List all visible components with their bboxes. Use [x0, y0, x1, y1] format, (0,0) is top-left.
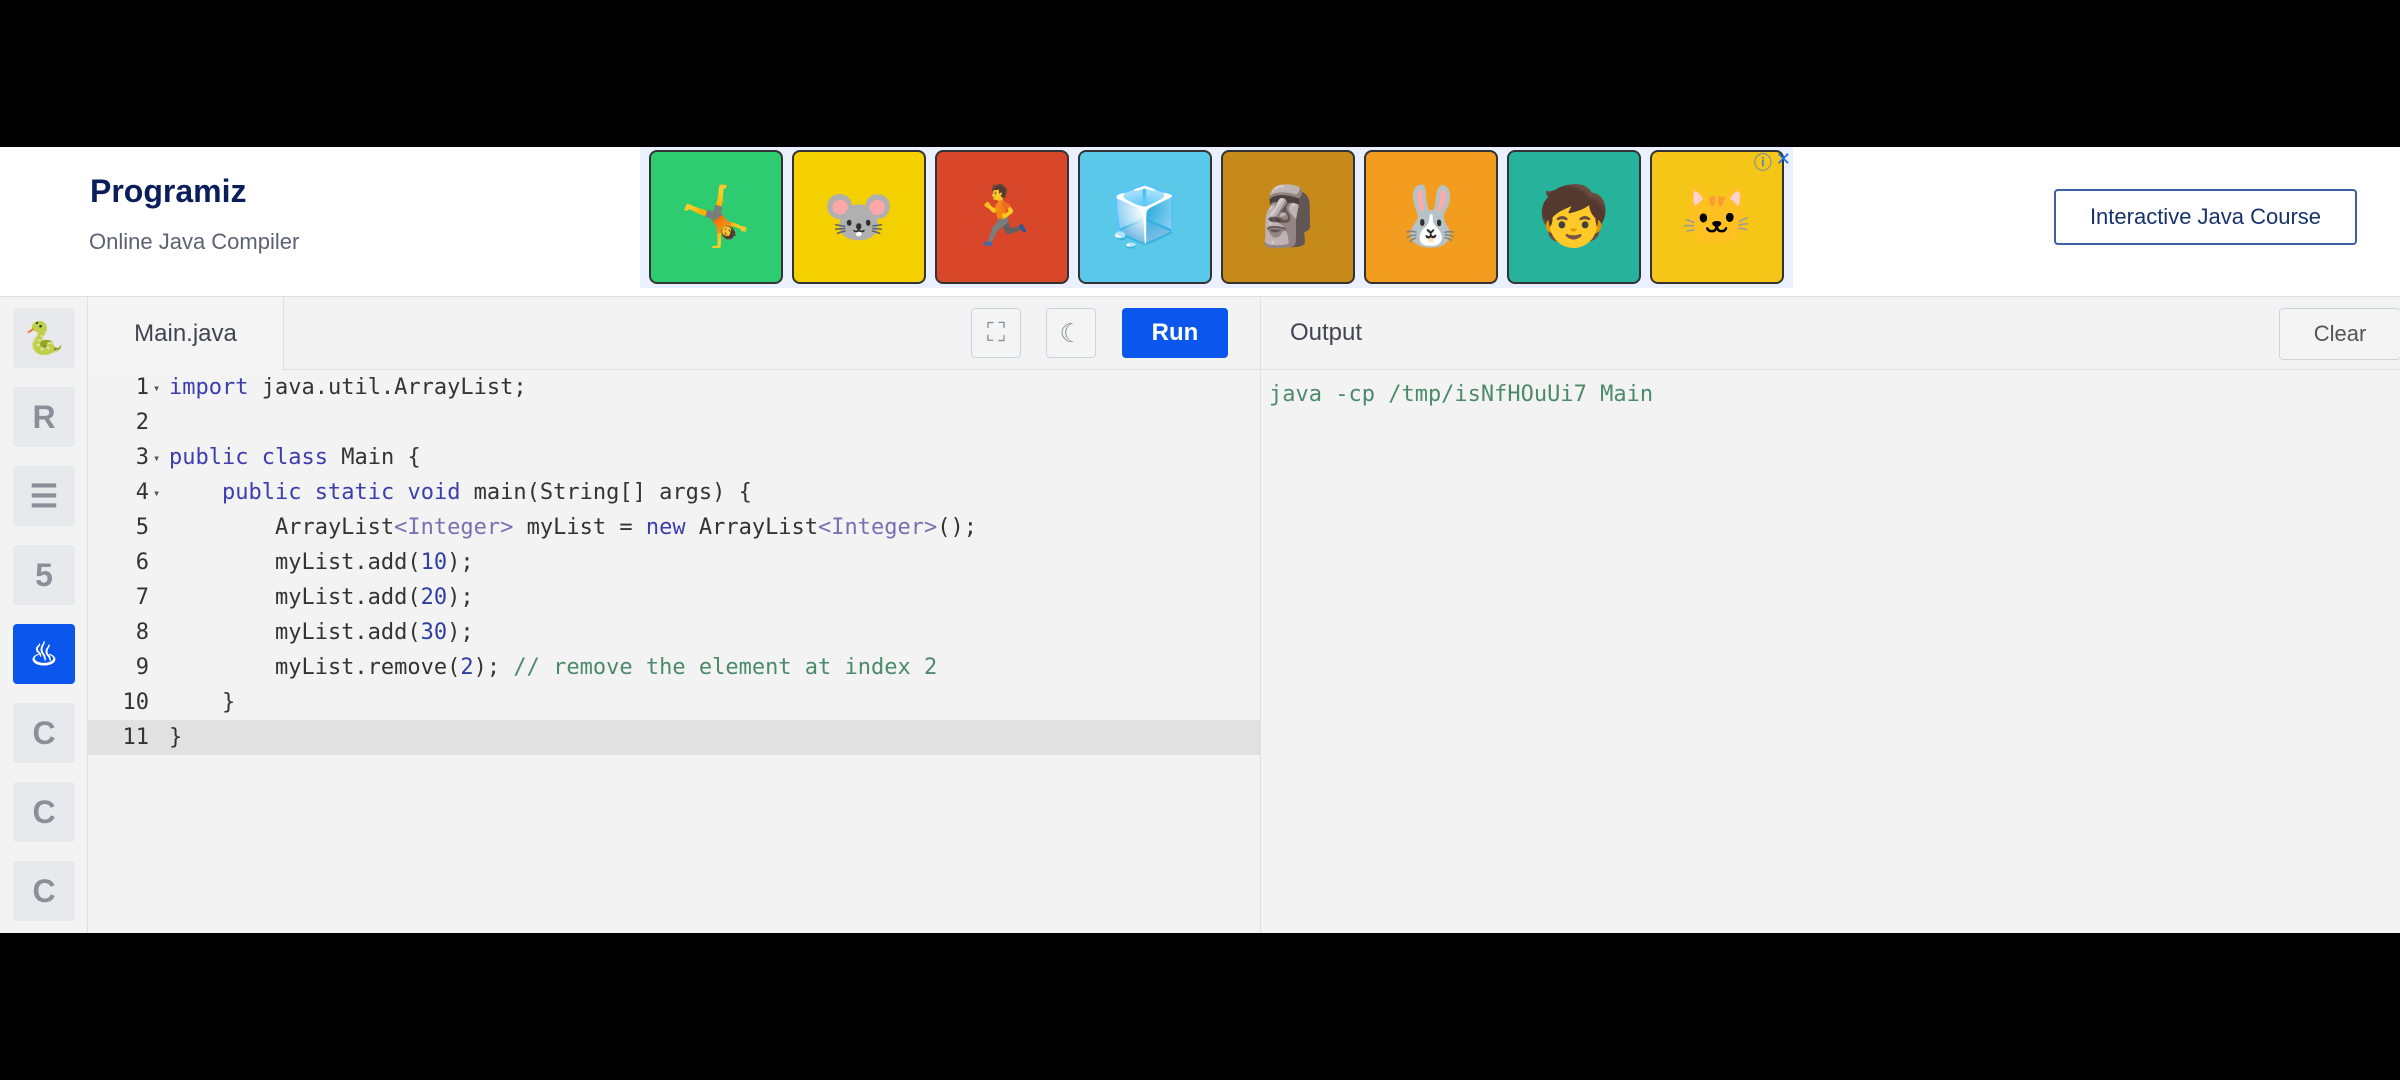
csharp-icon: C	[32, 793, 56, 830]
code-line[interactable]: 10 }	[88, 685, 1260, 720]
ad-tile[interactable]: 🐰	[1364, 150, 1498, 284]
output-title: Output	[1290, 319, 1363, 346]
clear-button[interactable]: Clear	[2279, 308, 2400, 360]
code-text: myList.add(20);	[169, 585, 474, 610]
ad-tile[interactable]: 🐭	[792, 150, 926, 284]
code-line[interactable]: 7 myList.add(20);	[88, 580, 1260, 615]
fullscreen-icon: ⛶	[986, 317, 1006, 347]
code-line[interactable]: 11}	[88, 720, 1260, 755]
ad-tile[interactable]: 🗿	[1221, 150, 1355, 284]
sql-icon: ☰	[29, 478, 59, 514]
line-number: 2	[135, 410, 149, 435]
ad-tile[interactable]: 🏃	[935, 150, 1069, 284]
editor-toolbar: Main.java ⛶ ☾ Run	[88, 297, 1260, 370]
line-number: 3	[135, 445, 149, 470]
python-icon: 🐍	[24, 320, 64, 356]
ad-tile[interactable]: 🧊	[1078, 150, 1212, 284]
language-r-button[interactable]: R	[13, 387, 75, 447]
moon-icon: ☾	[1059, 317, 1083, 348]
line-number: 9	[135, 655, 149, 680]
code-line[interactable]: 1 ▾ import java.util.ArrayList;	[88, 370, 1260, 405]
c-icon: C	[32, 714, 56, 751]
line-number: 6	[135, 550, 149, 575]
fold-arrow-icon[interactable]: ▾	[149, 486, 169, 500]
r-icon: R	[32, 398, 56, 435]
html-icon: 5	[35, 556, 53, 593]
code-line[interactable]: 6 myList.add(10);	[88, 545, 1260, 580]
ad-tile[interactable]: 🧒	[1507, 150, 1641, 284]
language-c-button[interactable]: C	[13, 703, 75, 763]
language-sidebar: 🐍 R ☰ 5 ♨ C C C	[0, 297, 88, 933]
line-number: 7	[135, 585, 149, 610]
code-line[interactable]: 9 myList.remove(2); // remove the elemen…	[88, 650, 1260, 685]
line-number: 10	[122, 690, 150, 715]
language-java-button[interactable]: ♨	[13, 624, 75, 684]
fold-arrow-icon[interactable]: ▾	[149, 451, 169, 465]
code-text: myList.remove(2); // remove the element …	[169, 655, 938, 680]
theme-toggle-button[interactable]: ☾	[1046, 308, 1096, 358]
language-sql-button[interactable]: ☰	[13, 466, 75, 526]
fold-arrow-icon[interactable]: ▾	[149, 381, 169, 395]
compiler-app: Programiz Online Java Compiler 🤸 🐭 🏃 🧊 🗿 🐰 🧒 🐱 …	[0, 147, 2400, 933]
line-number: 4	[135, 480, 149, 505]
java-icon: ♨	[29, 636, 59, 672]
code-text: ArrayList<Integer> myList = new ArrayLis…	[169, 515, 978, 540]
ad-controls[interactable]: ⓘ ✕	[1754, 149, 1791, 175]
code-text: myList.add(30);	[169, 620, 474, 645]
language-csharp-button[interactable]: C	[13, 782, 75, 842]
ad-tile[interactable]: 🤸	[649, 150, 783, 284]
ad-banner[interactable]: 🤸 🐭 🏃 🧊 🗿 🐰 🧒 🐱 ⓘ ✕	[640, 147, 1793, 288]
code-line[interactable]: 2	[88, 405, 1260, 440]
language-python-button[interactable]: 🐍	[13, 308, 75, 368]
code-text: }	[169, 725, 183, 750]
code-text: public static void main(String[] args) {	[221, 480, 752, 505]
language-html-button[interactable]: 5	[13, 545, 75, 605]
line-number: 8	[135, 620, 149, 645]
logo-text: Programiz	[90, 173, 247, 209]
code-area[interactable]: 1 ▾ import java.util.ArrayList; 2 3 ▾ public c…	[88, 370, 1260, 933]
interactive-java-course-button[interactable]: Interactive Java Course	[2054, 189, 2357, 245]
code-text: }	[169, 690, 236, 715]
line-number: 1	[135, 375, 149, 400]
output-panel: Output Clear java -cp /tmp/isNfHOuUi7 Ma…	[1260, 297, 2400, 933]
run-button[interactable]: Run	[1122, 308, 1228, 358]
programiz-logo[interactable]: Programiz	[90, 173, 246, 210]
code-line[interactable]: 8 myList.add(30);	[88, 615, 1260, 650]
file-tab-main-java[interactable]: Main.java	[88, 297, 284, 370]
cpp-icon: C	[32, 872, 56, 909]
output-console-text: java -cp /tmp/isNfHOuUi7 Main	[1269, 382, 1654, 407]
fullscreen-button[interactable]: ⛶	[971, 308, 1021, 358]
output-toolbar: Output Clear	[1261, 297, 2400, 370]
code-text: public class Main {	[169, 445, 421, 470]
code-line[interactable]: 5 ArrayList<Integer> myList = new ArrayL…	[88, 510, 1260, 545]
code-line[interactable]: 3 ▾ public class Main {	[88, 440, 1260, 475]
header: Programiz Online Java Compiler 🤸 🐭 🏃 🧊 🗿 🐰 🧒 🐱 …	[0, 147, 2400, 297]
line-number: 5	[135, 515, 149, 540]
close-icon[interactable]: ✕	[1776, 149, 1791, 175]
language-cpp-button[interactable]: C	[13, 861, 75, 921]
code-line[interactable]: 4 ▾ public static void main(String[] args…	[88, 475, 1260, 510]
ad-info-icon[interactable]: ⓘ	[1754, 149, 1772, 175]
line-number: 11	[122, 725, 150, 750]
code-text: import java.util.ArrayList;	[169, 375, 527, 400]
code-editor: Main.java ⛶ ☾ Run 1 ▾ import java.util.Arr…	[88, 297, 1260, 933]
page-subtitle: Online Java Compiler	[89, 229, 300, 254]
code-text: myList.add(10);	[169, 550, 474, 575]
